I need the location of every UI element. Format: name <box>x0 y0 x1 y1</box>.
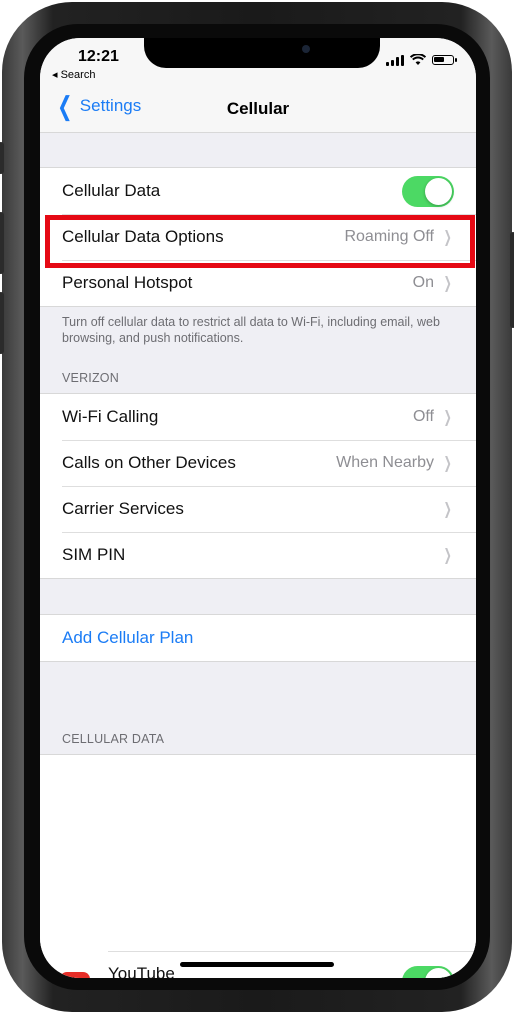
chevron-right-icon: ❯ <box>443 501 452 518</box>
side-button <box>510 232 514 328</box>
notch <box>144 38 380 68</box>
cellular-data-row: Cellular Data <box>40 168 476 214</box>
add-cellular-plan-link[interactable]: Add Cellular Plan <box>62 628 193 648</box>
toggle-knob <box>425 968 452 978</box>
carrier-group: Wi-Fi Calling Off ❯ Calls on Other Devic… <box>40 393 476 579</box>
navigation-bar: ❮ Settings Cellular <box>40 88 476 133</box>
highlight-box <box>45 215 475 268</box>
wifi-calling-label: Wi-Fi Calling <box>62 407 159 426</box>
cellular-data-toggle[interactable] <box>402 175 454 207</box>
sim-pin-label: SIM PIN <box>62 545 126 564</box>
chevron-right-icon: ❯ <box>443 547 452 564</box>
youtube-label: YouTube <box>108 964 175 978</box>
toggle-knob <box>425 177 452 205</box>
carrier-section-header: VERIZON <box>62 371 119 385</box>
wifi-icon <box>410 54 426 65</box>
chevron-right-icon: ❯ <box>443 275 452 292</box>
personal-hotspot-value: On <box>412 274 434 291</box>
calls-other-devices-label: Calls on Other Devices <box>62 453 236 472</box>
front-camera <box>302 45 310 53</box>
back-to-app-link[interactable]: ◂ Search <box>52 68 95 81</box>
wifi-calling-row[interactable]: Wi-Fi Calling Off ❯ <box>40 394 476 440</box>
app-usage-group: YouTube <box>40 754 476 978</box>
add-plan-group: Add Cellular Plan <box>40 614 476 662</box>
carrier-services-row[interactable]: Carrier Services ❯ <box>40 486 476 532</box>
cellular-data-label: Cellular Data <box>62 181 161 200</box>
chevron-right-icon: ❯ <box>443 409 452 426</box>
carrier-services-label: Carrier Services <box>62 499 184 518</box>
volume-down-button <box>0 292 4 354</box>
chevron-right-icon: ❯ <box>443 455 452 472</box>
sim-pin-row[interactable]: SIM PIN ❯ <box>40 532 476 578</box>
wifi-calling-value: Off <box>412 408 434 425</box>
row-divider <box>108 951 476 952</box>
cellular-data-section-header: CELLULAR DATA <box>62 732 165 746</box>
battery-icon <box>432 55 457 65</box>
calls-other-devices-row[interactable]: Calls on Other Devices When Nearby ❯ <box>40 440 476 486</box>
cellular-signal-icon <box>386 54 404 66</box>
volume-up-button <box>0 212 4 274</box>
status-time: 12:21 <box>78 48 119 65</box>
youtube-app-icon <box>60 972 90 978</box>
personal-hotspot-label: Personal Hotspot <box>62 273 193 292</box>
youtube-toggle[interactable] <box>402 966 454 978</box>
screen: 12:21 ◂ Search ❮ Settings Cellular Cellu… <box>40 38 476 978</box>
calls-other-devices-value: When Nearby <box>336 454 434 471</box>
mute-switch <box>0 142 4 174</box>
status-icons <box>386 54 457 66</box>
home-indicator[interactable] <box>180 962 334 967</box>
cellular-data-footnote: Turn off cellular data to restrict all d… <box>62 315 440 345</box>
page-title: Cellular <box>226 99 290 118</box>
